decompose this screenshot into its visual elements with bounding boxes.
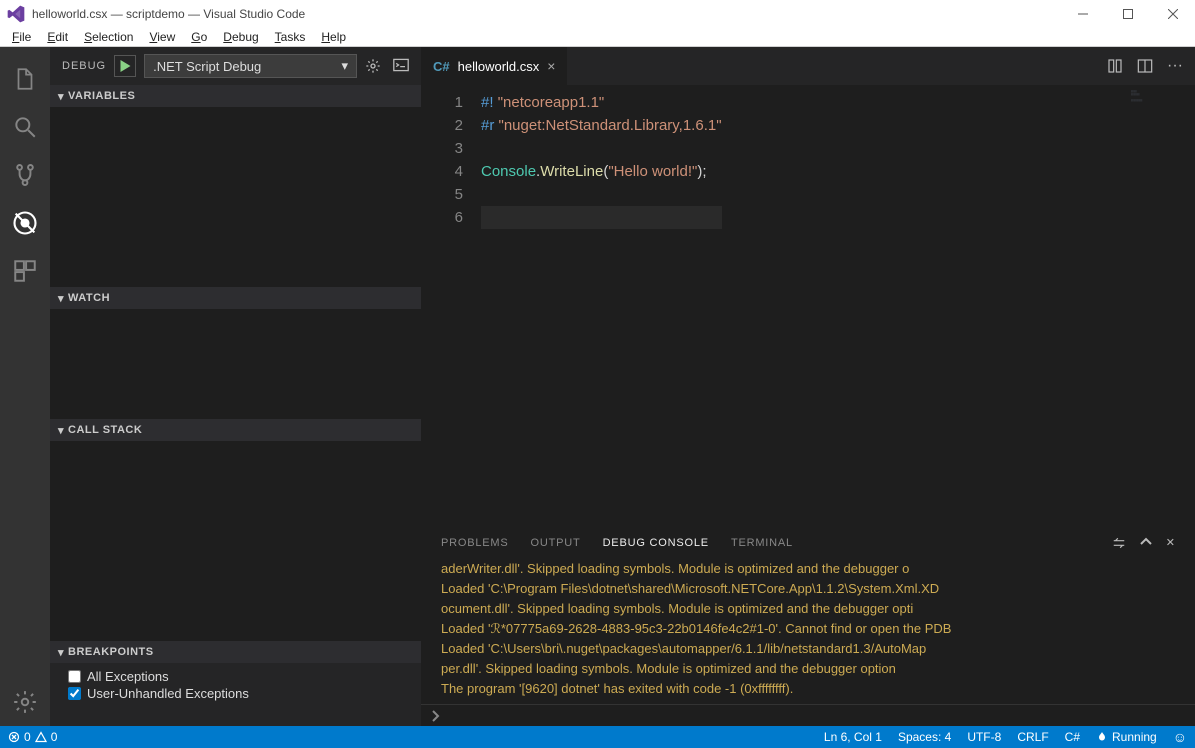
code-content[interactable]: #! "netcoreapp1.1"#r "nuget:NetStandard.… (481, 85, 722, 526)
section-variables-header[interactable]: ▾VARIABLES (50, 85, 421, 107)
menu-selection[interactable]: Selection (76, 28, 141, 46)
status-eol[interactable]: CRLF (1009, 726, 1056, 748)
breakpoint-all-exceptions[interactable]: All Exceptions (68, 669, 403, 684)
line-number-gutter: 123456 (421, 85, 481, 526)
status-encoding[interactable]: UTF-8 (959, 726, 1009, 748)
debug-sidebar: DEBUG .NET Script Debug ▾ ▾VARIABLES ▾WA… (50, 47, 421, 726)
editor-compare-icon[interactable] (1107, 58, 1123, 74)
window-titlebar: helloworld.csx — scriptdemo — Visual Stu… (0, 0, 1195, 27)
debug-console-open-icon[interactable] (393, 58, 409, 74)
section-variables-body (50, 107, 421, 287)
activity-settings-icon[interactable] (0, 678, 50, 726)
debug-start-button[interactable] (114, 55, 136, 77)
panel-close-icon[interactable]: ✕ (1166, 536, 1175, 550)
activity-bar (0, 47, 50, 726)
section-callstack-body (50, 441, 421, 641)
breakpoint-user-unhandled-checkbox[interactable] (68, 687, 81, 700)
section-callstack-header[interactable]: ▾CALL STACK (50, 419, 421, 441)
code-editor[interactable]: 123456 #! "netcoreapp1.1"#r "nuget:NetSt… (421, 85, 1195, 526)
section-watch-header[interactable]: ▾WATCH (50, 287, 421, 309)
status-spaces[interactable]: Spaces: 4 (890, 726, 959, 748)
section-watch-body (50, 309, 421, 419)
status-running[interactable]: Running (1088, 726, 1165, 748)
status-feedback-icon[interactable]: ☺ (1165, 726, 1195, 748)
status-errors[interactable]: 0 0 (0, 726, 65, 748)
bottom-panel: PROBLEMS OUTPUT DEBUG CONSOLE TERMINAL ✕… (421, 526, 1195, 726)
activity-files-icon[interactable] (0, 55, 50, 103)
menu-file[interactable]: File (4, 28, 39, 46)
window-close-button[interactable] (1150, 0, 1195, 27)
window-title: helloworld.csx — scriptdemo — Visual Stu… (32, 7, 1060, 21)
vs-logo-icon (6, 4, 26, 24)
debug-config-select[interactable]: .NET Script Debug ▾ (144, 54, 357, 78)
menu-debug[interactable]: Debug (215, 28, 266, 46)
editor-area: C# helloworld.csx × ··· 123456 #! "netco… (421, 47, 1195, 726)
tab-filename: helloworld.csx (458, 59, 540, 74)
breakpoint-user-unhandled[interactable]: User-Unhandled Exceptions (68, 686, 403, 701)
collapse-icon: ▾ (58, 646, 64, 659)
collapse-icon: ▾ (58, 292, 64, 305)
menu-tasks[interactable]: Tasks (267, 28, 314, 46)
debug-header: DEBUG .NET Script Debug ▾ (50, 47, 421, 85)
debug-config-name: .NET Script Debug (153, 59, 261, 74)
panel-tabs: PROBLEMS OUTPUT DEBUG CONSOLE TERMINAL ✕ (421, 527, 1195, 559)
panel-tab-debugconsole[interactable]: DEBUG CONSOLE (603, 537, 709, 549)
csharp-file-icon: C# (433, 59, 450, 74)
menu-view[interactable]: View (141, 28, 183, 46)
activity-debug-icon[interactable] (0, 199, 50, 247)
activity-git-icon[interactable] (0, 151, 50, 199)
status-bar: 0 0 Ln 6, Col 1 Spaces: 4 UTF-8 CRLF C# … (0, 726, 1195, 748)
editor-split-icon[interactable] (1137, 58, 1153, 74)
panel-tab-problems[interactable]: PROBLEMS (441, 537, 509, 549)
panel-tab-output[interactable]: OUTPUT (531, 537, 581, 549)
menu-edit[interactable]: Edit (39, 28, 76, 46)
activity-extensions-icon[interactable] (0, 247, 50, 295)
minimap[interactable]: ██████████████████ (1131, 91, 1195, 103)
window-maximize-button[interactable] (1105, 0, 1150, 27)
window-minimize-button[interactable] (1060, 0, 1105, 27)
editor-tab-helloworld[interactable]: C# helloworld.csx × (421, 47, 568, 85)
status-ln-col[interactable]: Ln 6, Col 1 (816, 726, 890, 748)
debug-label: DEBUG (62, 60, 106, 72)
menu-bar: File Edit Selection View Go Debug Tasks … (0, 27, 1195, 47)
menu-help[interactable]: Help (313, 28, 354, 46)
menu-go[interactable]: Go (183, 28, 215, 46)
collapse-icon: ▾ (58, 424, 64, 437)
debug-console-body[interactable]: aderWriter.dll'. Skipped loading symbols… (421, 559, 1195, 704)
panel-collapse-icon[interactable] (1140, 536, 1152, 550)
collapse-icon: ▾ (58, 90, 64, 103)
dropdown-arrow-icon: ▾ (341, 58, 348, 74)
activity-search-icon[interactable] (0, 103, 50, 151)
section-breakpoints-header[interactable]: ▾BREAKPOINTS (50, 641, 421, 663)
editor-more-icon[interactable]: ··· (1167, 57, 1183, 75)
debug-repl-input[interactable] (421, 704, 1195, 726)
status-lang[interactable]: C# (1057, 726, 1088, 748)
tab-close-button[interactable]: × (547, 58, 555, 74)
breakpoint-all-exceptions-checkbox[interactable] (68, 670, 81, 683)
panel-clear-icon[interactable] (1112, 536, 1126, 550)
section-breakpoints-body: All Exceptions User-Unhandled Exceptions (50, 663, 421, 707)
panel-tab-terminal[interactable]: TERMINAL (731, 537, 793, 549)
editor-tab-bar: C# helloworld.csx × ··· (421, 47, 1195, 85)
debug-settings-icon[interactable] (365, 58, 381, 74)
